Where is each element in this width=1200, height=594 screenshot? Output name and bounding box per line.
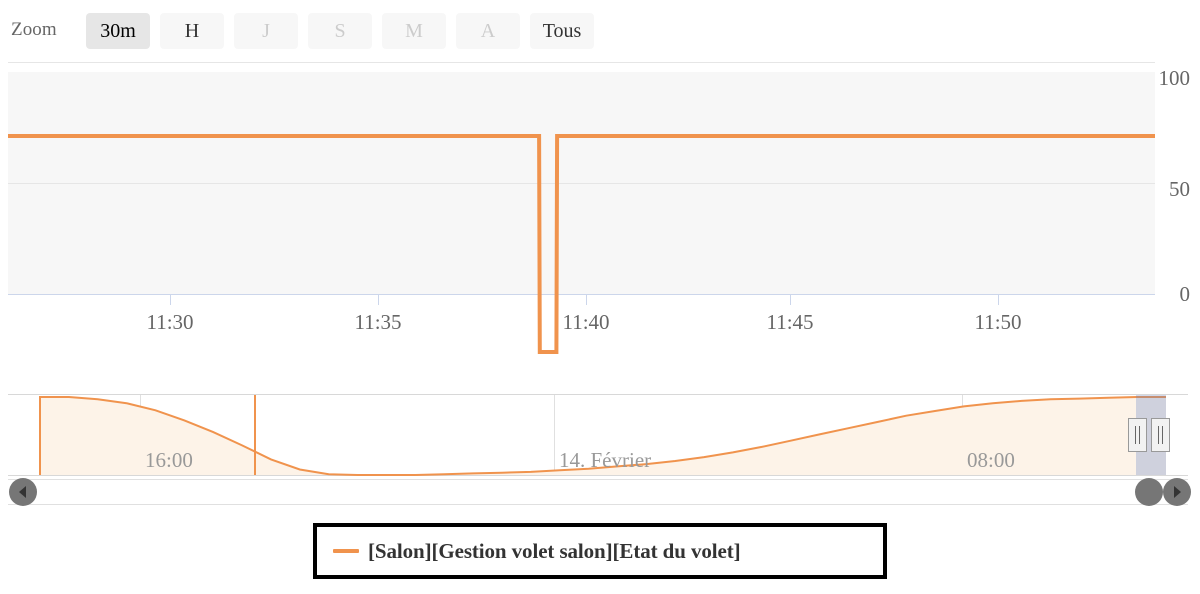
scrollbar-right-arrow-icon[interactable]: [1163, 478, 1191, 506]
range-button-s: S: [308, 13, 372, 49]
scrollbar-thumb[interactable]: [1135, 478, 1163, 506]
range-button-h[interactable]: H: [160, 13, 224, 49]
zoom-label: Zoom: [11, 19, 57, 40]
navigator-handle-right[interactable]: [1151, 418, 1170, 452]
legend-label: [Salon][Gestion volet salon][Etat du vol…: [368, 538, 741, 563]
legend-item-etat-du-volet[interactable]: [Salon][Gestion volet salon][Etat du vol…: [313, 523, 887, 579]
scrollbar-track[interactable]: [8, 479, 1188, 505]
navigator-scrollbar[interactable]: [0, 478, 1200, 508]
navigator-label-1600: 16:00: [145, 448, 193, 472]
range-button-tous[interactable]: Tous: [530, 13, 594, 49]
legend-line-marker-icon: [333, 549, 359, 553]
range-selector: Zoom 30m H J S M A Tous: [0, 0, 1200, 58]
main-chart[interactable]: 100 50 0 11:30 11:35 11:40 11:45 11:50: [0, 58, 1200, 358]
range-button-30m[interactable]: 30m: [86, 13, 150, 49]
range-button-a: A: [456, 13, 520, 49]
navigator-label-0800: 08:00: [967, 448, 1015, 472]
range-button-m: M: [382, 13, 446, 49]
navigator-handle-left[interactable]: [1128, 418, 1147, 452]
main-series-svg: [8, 134, 1155, 354]
range-button-j: J: [234, 13, 298, 49]
series-line-etat-du-volet: [8, 134, 1155, 354]
navigator-label-14fev: 14. Février: [559, 448, 652, 472]
scrollbar-left-arrow-icon[interactable]: [9, 478, 37, 506]
